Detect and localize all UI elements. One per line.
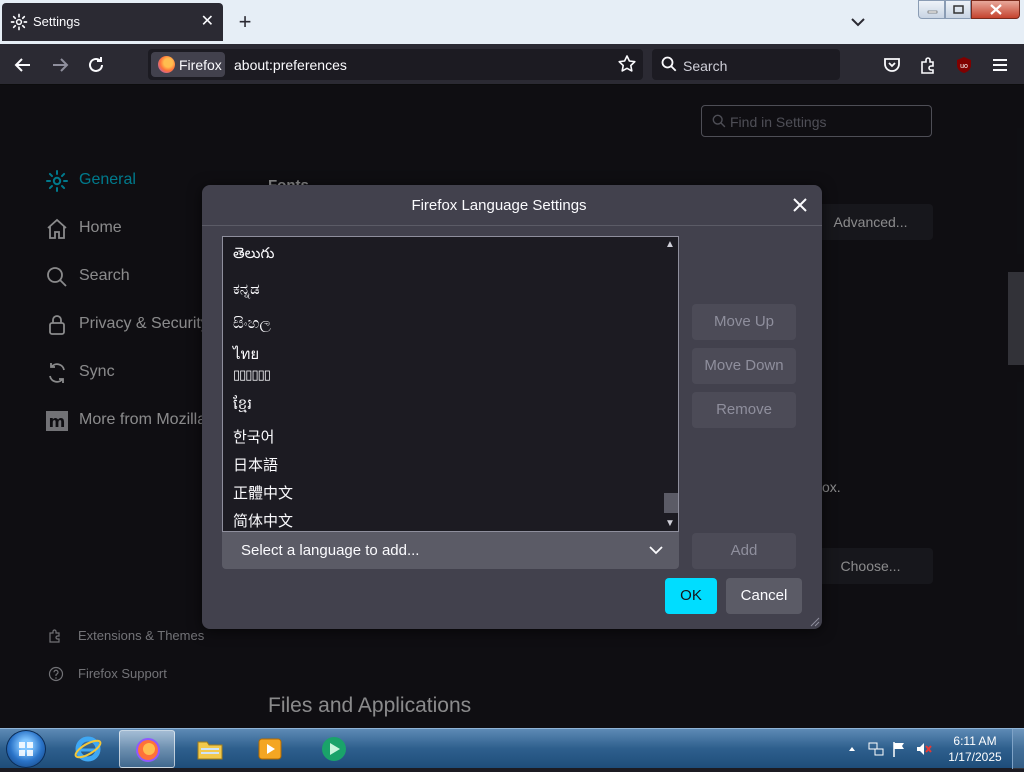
add-button[interactable]: Add — [692, 533, 796, 569]
pocket-icon[interactable] — [882, 55, 902, 75]
green-app-icon — [322, 737, 346, 761]
tab-title: Settings — [33, 14, 80, 29]
extensions-puzzle-icon[interactable] — [918, 55, 938, 75]
close-icon — [990, 4, 1002, 15]
tab-strip: Settings ✕ + — [0, 0, 1024, 44]
taskbar-file-explorer[interactable] — [182, 730, 238, 768]
ublock-origin-icon[interactable]: uo — [954, 55, 974, 75]
language-select-value: Select a language to add... — [241, 542, 420, 559]
navigation-toolbar: Firefox about:preferences Search uo — [0, 44, 1024, 85]
windows-logo-icon — [19, 742, 33, 756]
reload-icon[interactable] — [86, 55, 106, 75]
list-item[interactable]: 简体中文 — [233, 510, 293, 531]
close-window-button[interactable] — [971, 0, 1020, 19]
bookmark-star-icon[interactable] — [617, 54, 637, 74]
list-item[interactable]: සිංහල — [233, 315, 271, 332]
list-item[interactable]: ▯▯▯▯▯▯ — [233, 367, 271, 383]
list-item[interactable]: తెలుగు — [233, 245, 274, 266]
gear-icon — [10, 13, 28, 31]
move-down-button[interactable]: Move Down — [692, 348, 796, 384]
dialog-title: Firefox Language Settings — [411, 197, 587, 214]
taskbar-internet-explorer[interactable] — [60, 730, 116, 768]
chevron-up-icon[interactable] — [847, 744, 857, 754]
remove-button[interactable]: Remove — [692, 392, 796, 428]
identity-label: Firefox — [179, 57, 222, 73]
identity-box[interactable]: Firefox — [151, 52, 225, 77]
list-item[interactable]: ไทย — [233, 342, 259, 366]
chevron-down-icon — [649, 546, 663, 555]
chevron-down-icon[interactable]: ▼ — [665, 518, 675, 529]
search-icon — [661, 56, 677, 72]
show-desktop-button[interactable] — [1012, 729, 1024, 769]
network-icon[interactable] — [867, 741, 885, 757]
system-tray: 6:11 AM 1/17/2025 — [843, 729, 1024, 769]
list-scrollbar[interactable]: ▲ ▼ — [662, 237, 678, 531]
folder-icon — [197, 741, 223, 760]
requested-languages-list[interactable]: తెలుగు ಕನ್ನಡ සිංහල ไทย ▯▯▯▯▯▯ ខ្មែរ 한국어 … — [222, 236, 679, 532]
minimize-button[interactable] — [918, 0, 945, 19]
menu-hamburger-icon[interactable] — [990, 55, 1010, 75]
chevron-up-icon[interactable]: ▲ — [665, 239, 675, 250]
cancel-button[interactable]: Cancel — [726, 578, 802, 614]
search-bar[interactable]: Search — [652, 49, 840, 80]
restore-button[interactable] — [945, 0, 971, 19]
url-text[interactable]: about:preferences — [234, 57, 347, 73]
list-item[interactable]: 日本語 — [233, 454, 278, 475]
back-arrow-icon[interactable] — [13, 55, 33, 75]
close-icon[interactable] — [790, 195, 810, 215]
taskbar-app-green[interactable] — [306, 730, 362, 768]
clock[interactable]: 6:11 AM 1/17/2025 — [943, 733, 1007, 765]
clock-date: 1/17/2025 — [948, 750, 1002, 764]
dialog-divider — [202, 225, 822, 226]
tab-settings[interactable]: Settings ✕ — [2, 3, 223, 41]
list-item[interactable]: ಕನ್ನಡ — [233, 281, 260, 298]
taskbar-media-player[interactable] — [242, 730, 298, 768]
ok-button[interactable]: OK — [665, 578, 717, 614]
language-select-dropdown[interactable]: Select a language to add... — [222, 532, 679, 569]
action-center-flag-icon[interactable] — [891, 740, 907, 758]
list-item[interactable]: 한국어 — [233, 426, 274, 447]
close-tab-icon[interactable]: ✕ — [201, 11, 214, 31]
internet-explorer-icon — [74, 736, 102, 762]
url-bar[interactable]: Firefox about:preferences — [148, 49, 643, 80]
svg-text:uo: uo — [960, 63, 968, 70]
taskbar-firefox[interactable] — [119, 730, 175, 768]
forward-arrow-icon[interactable] — [50, 55, 70, 75]
restore-icon — [953, 5, 964, 14]
volume-muted-icon[interactable] — [915, 740, 933, 758]
media-player-icon — [258, 738, 282, 760]
list-scrollbar-thumb[interactable] — [664, 493, 678, 513]
clock-time: 6:11 AM — [953, 734, 997, 748]
list-item[interactable]: 正體中文 — [233, 482, 293, 503]
new-tab-button[interactable]: + — [234, 9, 256, 35]
firefox-logo-icon — [158, 56, 175, 73]
resize-grip-icon[interactable] — [810, 617, 820, 627]
window-controls — [918, 0, 1022, 19]
list-item[interactable]: ខ្មែរ — [233, 395, 252, 417]
minimize-icon — [927, 10, 938, 14]
start-button[interactable] — [6, 730, 46, 768]
move-up-button[interactable]: Move Up — [692, 304, 796, 340]
search-placeholder: Search — [683, 58, 728, 74]
language-settings-dialog: Firefox Language Settings తెలుగు ಕನ್ನಡ ස… — [202, 185, 822, 629]
firefox-logo-icon — [136, 738, 160, 762]
windows-taskbar: 6:11 AM 1/17/2025 — [0, 728, 1024, 769]
chevron-down-icon[interactable] — [848, 12, 868, 32]
